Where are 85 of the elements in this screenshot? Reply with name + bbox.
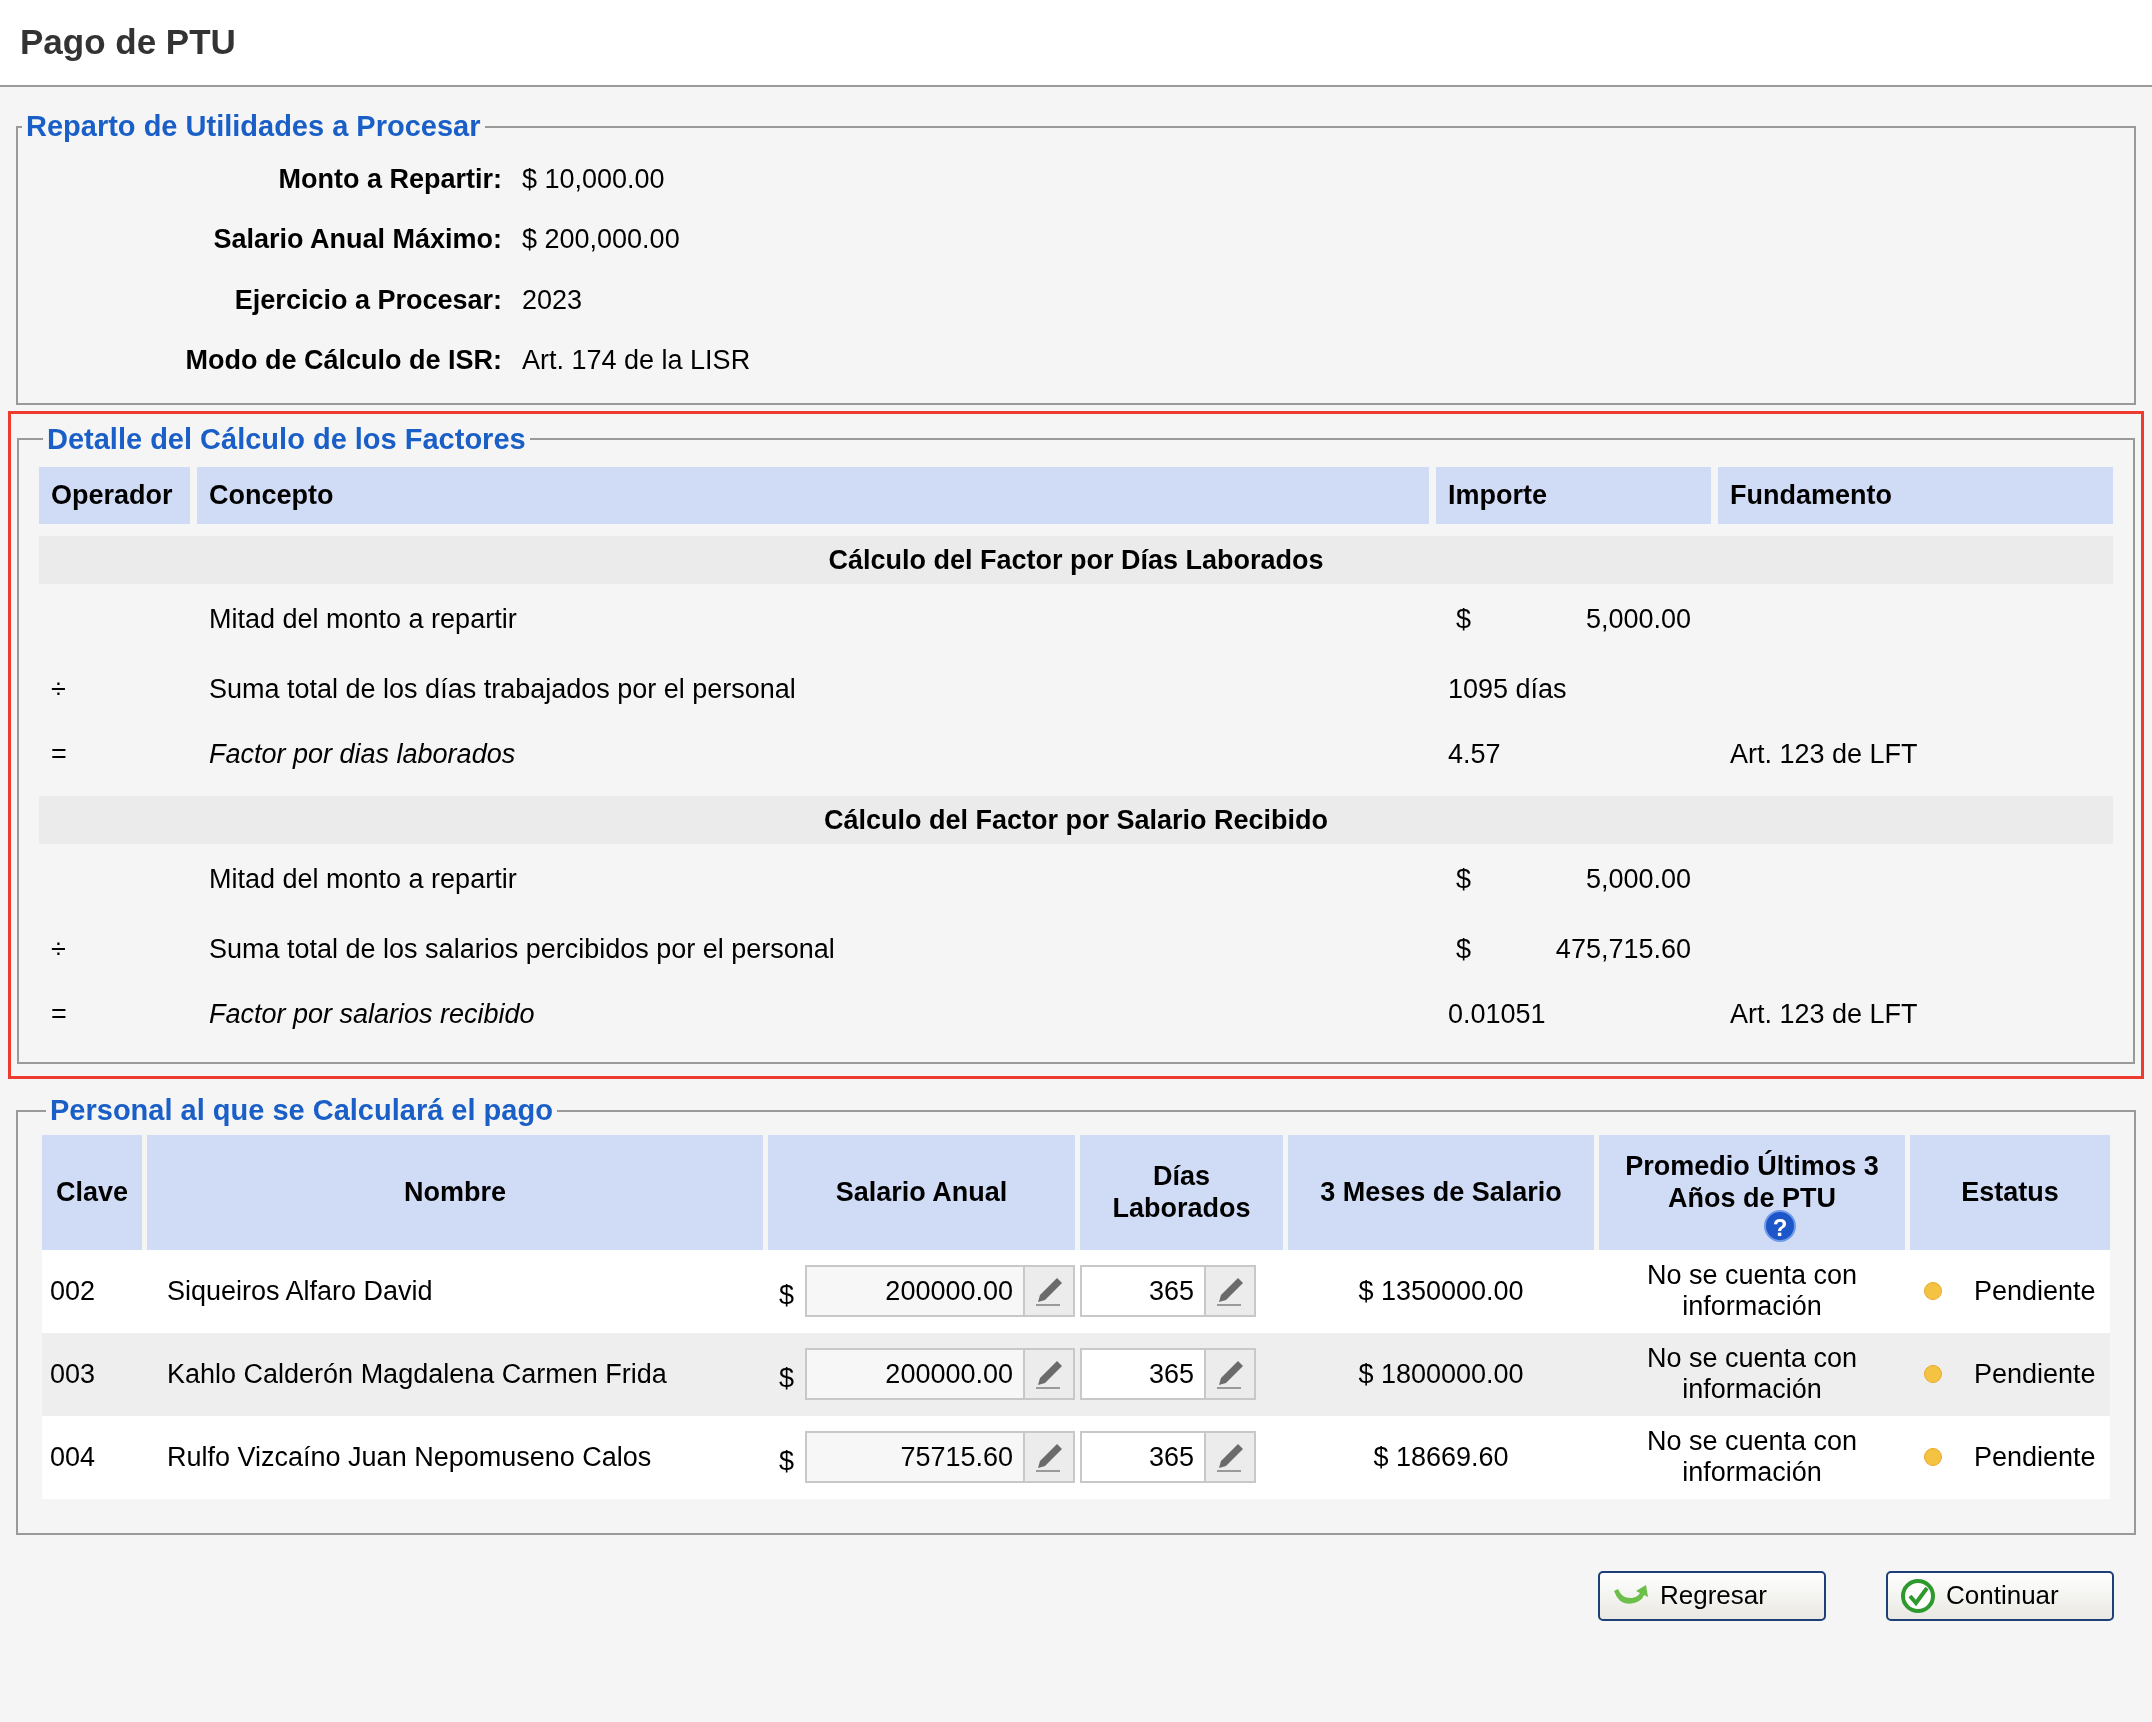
edit-button[interactable] <box>1206 1431 1256 1483</box>
currency-sign: $ <box>777 1279 794 1312</box>
field-value: Art. 174 de la LISR <box>522 344 752 377</box>
operator-symbol: ÷ <box>51 673 66 704</box>
concept-text: Mitad del monto a repartir <box>209 603 517 634</box>
field-label: Monto a Repartir: <box>277 162 502 196</box>
operator-symbol: = <box>51 998 67 1029</box>
amount-text: 4.57 <box>1448 737 1501 771</box>
concept-text: Factor por salarios recibido <box>209 998 535 1029</box>
section-title: Personal al que se Calculará el pago <box>49 1093 554 1128</box>
currency-sign: $ <box>1456 602 1472 636</box>
column-header: Concepto <box>197 467 1429 524</box>
column-header: Importe <box>1436 467 1711 524</box>
table-cell-text: Rulfo Vizcaíno Juan Nepomuseno Calos <box>166 1440 653 1474</box>
column-header: Salario Anual <box>835 1176 1008 1208</box>
page-title: Pago de PTU <box>20 21 236 64</box>
table-cell-text: No se cuenta con información <box>1645 1426 1859 1488</box>
input-field[interactable]: 200000.00 <box>805 1348 1025 1400</box>
edit-button[interactable] <box>1025 1348 1075 1400</box>
column-header: Días Laborados <box>1111 1160 1252 1224</box>
pencil-icon <box>1214 1275 1246 1307</box>
input-field[interactable]: 200000.00 <box>805 1265 1025 1317</box>
concept-text: Suma total de los días trabajados por el personal <box>209 673 796 704</box>
basis-text: Art. 123 de LFT <box>1730 738 1918 769</box>
field-value: 2023 <box>522 283 584 317</box>
edit-button[interactable] <box>1025 1431 1075 1483</box>
table-cell-text: Kahlo Calderón Magdalena Carmen Frida <box>166 1357 668 1391</box>
table-cell-text: Siqueiros Alfaro David <box>166 1274 434 1308</box>
field-label: Salario Anual Máximo: <box>212 223 502 256</box>
column-header: 3 Meses de Salario <box>1320 1176 1562 1208</box>
table-cell-text: $ 1800000.00 <box>1357 1357 1525 1391</box>
status-text: Pendiente <box>1974 1440 2096 1474</box>
operator-symbol: = <box>51 738 67 769</box>
column-header: Clave <box>55 1176 129 1208</box>
input-field[interactable]: 75715.60 <box>805 1431 1025 1483</box>
input-field[interactable]: 365 <box>1080 1265 1206 1317</box>
table-cell-text: No se cuenta con información <box>1645 1260 1859 1322</box>
column-header: Nombre <box>404 1176 506 1208</box>
pencil-icon <box>1033 1358 1065 1390</box>
currency-sign: $ <box>777 1362 794 1395</box>
section-title: Reparto de Utilidades a Procesar <box>25 109 482 144</box>
basis-text: Art. 123 de LFT <box>1730 998 1918 1029</box>
table-cell-text: $ 18669.60 <box>1372 1440 1510 1474</box>
concept-text: Factor por dias laborados <box>209 738 516 769</box>
group-header: Cálculo del Factor por Salario Recibido <box>39 796 2113 844</box>
pencil-icon <box>1214 1358 1246 1390</box>
column-header: Fundamento <box>1718 467 2113 524</box>
concept-text: Suma total de los salarios percibidos por el personal <box>209 933 835 964</box>
field-label: Ejercicio a Procesar: <box>233 283 502 317</box>
checkmark-icon <box>1900 1577 1936 1614</box>
help-icon[interactable]: ? <box>1764 1209 1796 1242</box>
status-text: Pendiente <box>1974 1274 2096 1308</box>
input-field[interactable]: 365 <box>1080 1431 1206 1483</box>
pencil-icon <box>1033 1275 1065 1307</box>
concept-text: Mitad del monto a repartir <box>209 863 517 894</box>
currency-sign: $ <box>777 1445 794 1478</box>
edit-button[interactable] <box>1206 1265 1256 1317</box>
column-header: Estatus <box>1961 1176 2059 1208</box>
amount-text: 0.01051 <box>1448 997 1546 1031</box>
amount-text: 1095 días <box>1448 672 1567 706</box>
status-text: Pendiente <box>1974 1357 2096 1391</box>
field-value: $ 10,000.00 <box>522 162 666 196</box>
column-header: Operador <box>39 467 190 524</box>
operator-symbol: ÷ <box>51 933 66 964</box>
amount-text: 5,000.00 <box>1585 862 1691 896</box>
pencil-icon <box>1214 1441 1246 1473</box>
table-cell-text: No se cuenta con información <box>1645 1343 1859 1405</box>
pencil-icon <box>1033 1441 1065 1473</box>
field-value: $ 200,000.00 <box>522 223 681 256</box>
group-header: Cálculo del Factor por Días Laborados <box>39 536 2113 584</box>
table-cell-text: 003 <box>49 1357 97 1391</box>
currency-sign: $ <box>1456 862 1472 896</box>
back-button[interactable]: Regresar <box>1598 1570 1826 1621</box>
amount-text: 475,715.60 <box>1555 932 1691 966</box>
edit-button[interactable] <box>1025 1265 1075 1317</box>
table-cell-text: $ 1350000.00 <box>1357 1274 1525 1308</box>
table-cell-text: 002 <box>49 1274 97 1308</box>
section-title: Detalle del Cálculo de los Factores <box>46 421 527 457</box>
input-field[interactable]: 365 <box>1080 1348 1206 1400</box>
table-cell-text: 004 <box>49 1440 97 1474</box>
edit-button[interactable] <box>1206 1348 1256 1400</box>
field-label: Modo de Cálculo de ISR: <box>184 344 502 377</box>
continue-button[interactable]: Continuar <box>1886 1570 2114 1621</box>
currency-sign: $ <box>1456 932 1472 966</box>
amount-text: 5,000.00 <box>1585 602 1691 636</box>
